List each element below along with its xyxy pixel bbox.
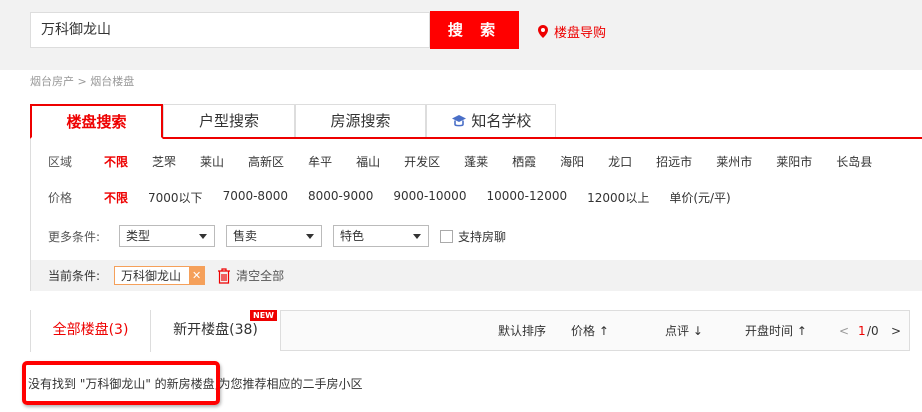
sale-select[interactable]: 售卖: [226, 225, 322, 247]
sort-rating[interactable]: 点评 ↓: [665, 311, 703, 352]
price-option[interactable]: 10000-12000: [486, 189, 567, 206]
price-option[interactable]: 不限: [104, 189, 128, 206]
sort-default[interactable]: 默认排序: [498, 311, 546, 352]
guide-link[interactable]: 楼盘导购: [538, 22, 606, 41]
chat-checkbox-label: 支持房聊: [458, 229, 507, 244]
trash-icon[interactable]: [217, 267, 231, 284]
region-option[interactable]: 高新区: [248, 153, 284, 170]
more-row: 更多条件: 类型 售卖 特色 支持房聊: [48, 225, 506, 247]
price-option[interactable]: 7000-8000: [223, 189, 288, 206]
region-option[interactable]: 福山: [356, 153, 380, 170]
chat-checkbox[interactable]: [440, 229, 453, 243]
price-row: 价格 不限 7000以下 7000-8000 8000-9000 9000-10000 1…: [48, 189, 731, 206]
graduation-cap-icon: [451, 115, 466, 127]
price-option[interactable]: 7000以下: [148, 189, 203, 206]
search-tabs: 楼盘搜索 户型搜索 房源搜索 知名学校: [30, 104, 922, 139]
tab-layout-search[interactable]: 户型搜索: [163, 104, 295, 137]
region-option[interactable]: 长岛县: [836, 153, 872, 170]
current-conditions: 当前条件: 万科御龙山 ✕ 清空全部: [31, 260, 922, 291]
sort-price[interactable]: 价格 ↑: [571, 311, 609, 352]
tab-listing-search[interactable]: 房源搜索: [295, 104, 426, 137]
breadcrumb: 烟台房产 > 烟台楼盘: [30, 75, 135, 88]
results-tabs: 全部楼盘(3) 新开楼盘(38) NEW 默认排序 价格 ↑ 点评 ↓ 开盘时间…: [30, 310, 910, 352]
condition-tag: 万科御龙山 ✕: [114, 266, 206, 285]
price-option[interactable]: 12000以上: [587, 189, 649, 206]
page-prev[interactable]: <: [839, 311, 849, 352]
tab-building-search[interactable]: 楼盘搜索: [30, 104, 163, 139]
search-input[interactable]: 万科御龙山: [30, 12, 430, 48]
remove-tag-icon[interactable]: ✕: [189, 267, 205, 284]
region-option[interactable]: 蓬莱: [464, 153, 488, 170]
highlight-box: [22, 361, 220, 405]
search-button[interactable]: 搜 索: [430, 11, 519, 49]
current-label: 当前条件:: [48, 269, 101, 283]
type-select[interactable]: 类型: [119, 225, 215, 247]
feature-select[interactable]: 特色: [333, 225, 429, 247]
tab-schools[interactable]: 知名学校: [426, 104, 556, 137]
tab-all-buildings[interactable]: 全部楼盘(3): [30, 310, 151, 352]
price-option[interactable]: 8000-9000: [308, 189, 373, 206]
condition-tag-label: 万科御龙山: [121, 269, 182, 283]
tab-schools-label: 知名学校: [471, 112, 532, 130]
region-option[interactable]: 栖霞: [512, 153, 536, 170]
page-current: 1: [858, 324, 866, 338]
region-option[interactable]: 不限: [104, 153, 128, 170]
region-option[interactable]: 牟平: [308, 153, 332, 170]
new-badge: NEW: [250, 310, 277, 321]
region-option[interactable]: 莱阳市: [776, 153, 812, 170]
price-option[interactable]: 9000-10000: [393, 189, 466, 206]
region-row: 区域 不限 芝罘 莱山 高新区 牟平 福山 开发区 蓬莱 栖霞 海阳 龙口 招远市 莱州市 莱阳市 长岛县: [48, 153, 872, 170]
sort-open-date[interactable]: 开盘时间 ↑: [745, 311, 807, 352]
price-label: 价格: [48, 191, 73, 205]
guide-label: 楼盘导购: [554, 26, 607, 41]
region-option[interactable]: 开发区: [404, 153, 440, 170]
region-label: 区域: [48, 155, 73, 169]
region-option[interactable]: 龙口: [608, 153, 632, 170]
region-option[interactable]: 芝罘: [152, 153, 176, 170]
more-label: 更多条件:: [48, 229, 101, 244]
page-total: /0: [867, 324, 879, 338]
region-option[interactable]: 莱州市: [716, 153, 752, 170]
location-pin-icon: [538, 25, 548, 38]
region-option[interactable]: 海阳: [560, 153, 584, 170]
clear-all-button[interactable]: 清空全部: [236, 267, 284, 284]
region-option[interactable]: 莱山: [200, 153, 224, 170]
filter-panel: 区域 不限 芝罘 莱山 高新区 牟平 福山 开发区 蓬莱 栖霞 海阳 龙口 招远市 莱州市 莱阳市 长岛县 …: [30, 139, 922, 291]
header: 万科御龙山 搜 索 楼盘导购: [0, 0, 922, 70]
region-option[interactable]: 招远市: [656, 153, 692, 170]
price-option[interactable]: 单价(元/平): [669, 189, 730, 206]
page-next[interactable]: >: [891, 311, 901, 352]
